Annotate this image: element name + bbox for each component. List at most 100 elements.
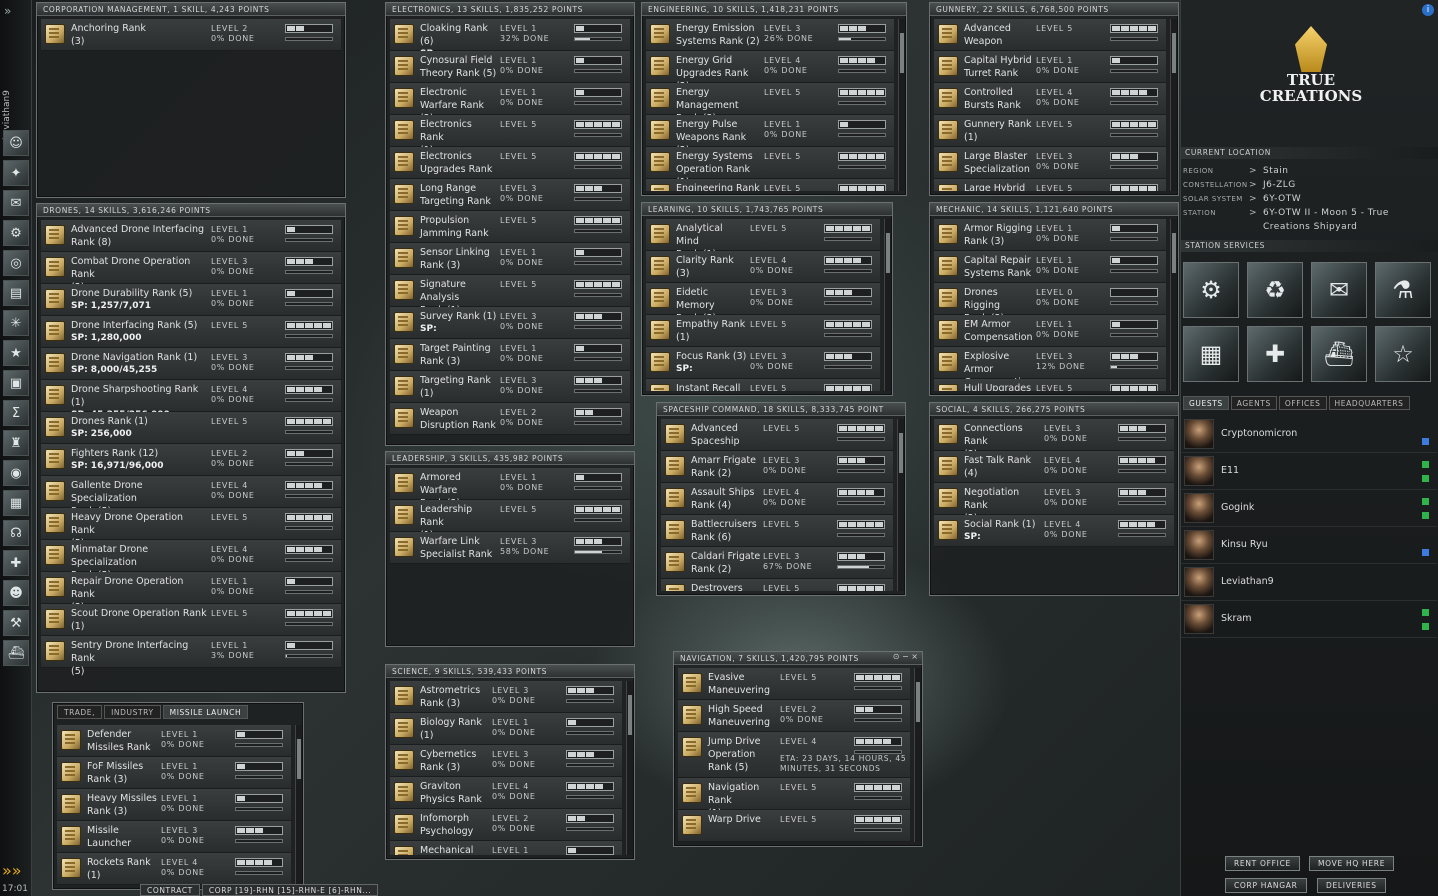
skill-row[interactable]: Controlled Bursts Rank LEVEL 4 0% DONE (934, 83, 1166, 115)
tab-guests[interactable]: GUESTS (1183, 396, 1229, 410)
window-title[interactable]: CORPORATION MANAGEMENT, 1 SKILL, 4,243 P… (37, 3, 345, 16)
skill-row[interactable]: Rockets Rank (1) LEVEL 4 0% DONE (57, 853, 291, 885)
window-title[interactable]: LEARNING, 10 SKILLS, 1,743,765 POINTS (642, 203, 892, 216)
skill-row[interactable]: Instant Recall LEVEL 5 (646, 379, 880, 391)
skill-row[interactable]: Sentry Drone Interfacing Rank (5) LEVEL 13… (41, 636, 341, 677)
taskbar-contract[interactable]: CONTRACT (140, 884, 200, 896)
skill-row[interactable]: Minmatar Drone SpecializationRank (5)LEV… (41, 540, 341, 581)
tab-missile-launcher[interactable]: MISSILE LAUNCH (162, 705, 249, 719)
ranks-icon[interactable]: ★ (3, 340, 29, 366)
skill-row[interactable]: Hull Upgrades LEVEL 5 (934, 379, 1166, 391)
scrollbar[interactable] (897, 419, 904, 591)
skill-row[interactable]: Drones RiggingRank (3)LEVEL 00% DONE (934, 283, 1166, 324)
skill-row[interactable]: Capital Repair Systems Rank LEVEL 1 0% DONE (934, 251, 1166, 283)
window-controls[interactable]: ⊙ − × (893, 652, 918, 661)
skill-row[interactable]: Warfare Link Specialist Rank LEVEL 3 58% DO… (390, 532, 630, 564)
skill-row[interactable]: Mechanical LEVEL 1 (390, 841, 622, 855)
skill-row[interactable]: Jump Drive Operation Rank (5) LEVEL 4 ETA: 2… (678, 732, 910, 778)
move-hq-button[interactable]: MOVE HQ HERE (1309, 856, 1395, 871)
fitting-service-icon[interactable]: ▦ (1183, 326, 1239, 382)
skill-row[interactable]: Armored WarfareRank (2)LEVEL 10% DONE (390, 468, 630, 509)
rent-office-button[interactable]: RENT OFFICE (1225, 856, 1300, 871)
skill-row[interactable]: Clarity Rank (3) LEVEL 4 0% DONE (646, 251, 880, 283)
skill-row[interactable]: Large Hybrid LEVEL 5 (934, 179, 1166, 191)
taskbar-corp[interactable]: CORP [19]-RHN [15]-RHN-E [6]-RHN... (201, 884, 379, 896)
avatar[interactable] (1184, 604, 1214, 634)
skill-row[interactable]: Negotiation Rank(2)LEVEL 30% DONE (934, 483, 1174, 524)
info-icon[interactable]: i (1422, 4, 1434, 16)
skill-row[interactable]: Sensor Linking Rank (3) LEVEL 1 0% DONE (390, 243, 630, 275)
avatar[interactable] (1184, 567, 1214, 597)
ship-hangar-service-icon[interactable]: ⛴ (1311, 326, 1367, 382)
skill-row[interactable]: Weapon Disruption Rank LEVEL 2 0% DONE (390, 403, 630, 435)
skill-row[interactable]: EM Armor Compensation LEVEL 1 0% DONE (934, 315, 1166, 347)
tab-headquarters[interactable]: HEADQUARTERS (1328, 396, 1410, 410)
skill-row[interactable]: Focus Rank (3) SP: LEVEL 3 0% DONE (646, 347, 880, 379)
skill-row[interactable]: Astrometrics Rank (3) LEVEL 3 0% DONE (390, 681, 622, 713)
skill-row[interactable]: Graviton Physics Rank LEVEL 4 0% DONE (390, 777, 622, 809)
corp-icon[interactable]: ⚙ (3, 220, 29, 246)
skill-row[interactable]: Heavy Missiles Rank (3) LEVEL 1 0% DONE (57, 789, 291, 821)
market-icon[interactable]: ◉ (3, 460, 29, 486)
journal-icon[interactable]: ▦ (3, 490, 29, 516)
skill-row[interactable]: Destroyers LEVEL 5 (661, 579, 893, 591)
settings-icon[interactable]: ⚒ (3, 610, 29, 636)
skill-row[interactable]: Evasive Maneuvering LEVEL 5 (678, 668, 910, 700)
skill-row[interactable]: Drone Interfacing Rank (5) SP: 1,280,000 L… (41, 316, 341, 348)
skill-row[interactable]: FoF Missiles Rank (3) LEVEL 1 0% DONE (57, 757, 291, 789)
skill-row[interactable]: Explosive ArmorCompensationLEVEL 312% DO… (934, 347, 1166, 388)
people-icon[interactable]: ☊ (3, 520, 29, 546)
skill-row[interactable]: Repair Drone Operation Rank(3)LEVEL 10% … (41, 572, 341, 613)
industry-icon[interactable]: ♜ (3, 430, 29, 456)
skill-row[interactable]: ElectronicWarfare Rank (2)LEVEL 10% DONE (390, 83, 630, 124)
guest-name[interactable]: Gogink (1221, 502, 1254, 513)
skill-row[interactable]: Energy PulseWeapons Rank (2)LEVEL 10% DO… (646, 115, 894, 156)
window-title[interactable]: LEADERSHIP, 3 SKILLS, 435,982 POINTS (386, 452, 634, 465)
skill-row[interactable]: Fighters Rank (12) SP: 16,971/96,000 LEVEL… (41, 444, 341, 476)
skill-row[interactable]: Heavy Drone Operation Rank(5)LEVEL 5 (41, 508, 341, 549)
deliveries-button[interactable]: DELIVERIES (1317, 878, 1386, 893)
corp-hangar-button[interactable]: CORP HANGAR (1225, 878, 1307, 893)
skill-row[interactable]: Long Range Targeting Rank LEVEL 3 0% DONE (390, 179, 630, 211)
character-icon[interactable]: ☺ (3, 130, 29, 156)
mail-icon[interactable]: ✉ (3, 190, 29, 216)
tab-agents[interactable]: AGENTS (1230, 396, 1277, 410)
medical-service-icon[interactable]: ✚ (1247, 326, 1303, 382)
skill-row[interactable]: Energy Emission Systems Rank (2) LEVEL 3 26… (646, 19, 894, 51)
science-icon[interactable]: Σ (3, 400, 29, 426)
skill-row[interactable]: Biology Rank (1) LEVEL 1 0% DONE (390, 713, 622, 745)
skill-row[interactable]: Engineering Rank LEVEL 5 (646, 179, 894, 191)
skill-row[interactable]: Empathy Rank (1) LEVEL 5 (646, 315, 880, 347)
skill-row[interactable]: Missile Launcher LEVEL 3 0% DONE (57, 821, 291, 853)
skill-row[interactable]: Electronics Rank(1)LEVEL 5 (390, 115, 630, 156)
skill-row[interactable]: Target Painting Rank (3) LEVEL 1 0% DONE (390, 339, 630, 371)
skill-row[interactable]: Scout Drone Operation Rank (1) LEVEL 5 (41, 604, 341, 636)
window-title[interactable]: MECHANIC, 14 SKILLS, 1,121,640 POINTS (930, 203, 1178, 216)
skill-row[interactable]: Battlecruisers Rank (6) LEVEL 5 (661, 515, 893, 547)
wallet-icon[interactable]: ▣ (3, 370, 29, 396)
ship-icon[interactable]: ⛴ (3, 640, 29, 666)
skill-row[interactable]: Anchoring Rank (3) LEVEL 2 0% DONE (41, 19, 341, 51)
portrait-icon[interactable]: ☻ (3, 580, 29, 606)
avatar[interactable] (1184, 493, 1214, 523)
map-icon[interactable]: ◎ (3, 250, 29, 276)
guest-name[interactable]: Kinsu Ryu (1221, 539, 1268, 550)
skill-row[interactable]: Capital Hybrid Turret Rank LEVEL 1 0% DONE (934, 51, 1166, 83)
window-title[interactable]: NAVIGATION, 7 SKILLS, 1,420,795 POINTS (674, 652, 922, 665)
skill-row[interactable]: Energy ManagementRank (3)LEVEL 5 (646, 83, 894, 124)
skill-row[interactable]: Combat Drone Operation Rank(2)LEVEL 30% … (41, 252, 341, 293)
guest-row[interactable]: Gogink (1181, 490, 1437, 527)
guest-name[interactable]: Cryptonomicron (1221, 428, 1297, 439)
guest-name[interactable]: E11 (1221, 465, 1239, 476)
skill-row[interactable]: Infomorph Psychology LEVEL 2 0% DONE (390, 809, 622, 841)
scrollbar[interactable] (1170, 219, 1177, 391)
guest-row[interactable]: Cryptonomicron (1181, 416, 1437, 453)
skill-row[interactable]: Gallente Drone SpecializationRank (5)LEV… (41, 476, 341, 517)
skill-row[interactable]: Drones Rank (1) SP: 256,000 LEVEL 5 (41, 412, 341, 444)
window-title[interactable]: DRONES, 14 SKILLS, 3,616,246 POINTS (37, 204, 345, 217)
avatar[interactable] (1184, 419, 1214, 449)
scrollbar[interactable] (295, 725, 302, 885)
skill-row[interactable]: Defender Missiles Rank LEVEL 1 0% DONE (57, 725, 291, 757)
skill-row[interactable]: Advanced Drone Interfacing Rank (8) LEVEL … (41, 220, 341, 252)
skill-row[interactable]: Energy SystemsOperation Rank (1)LEVEL 5 (646, 147, 894, 188)
